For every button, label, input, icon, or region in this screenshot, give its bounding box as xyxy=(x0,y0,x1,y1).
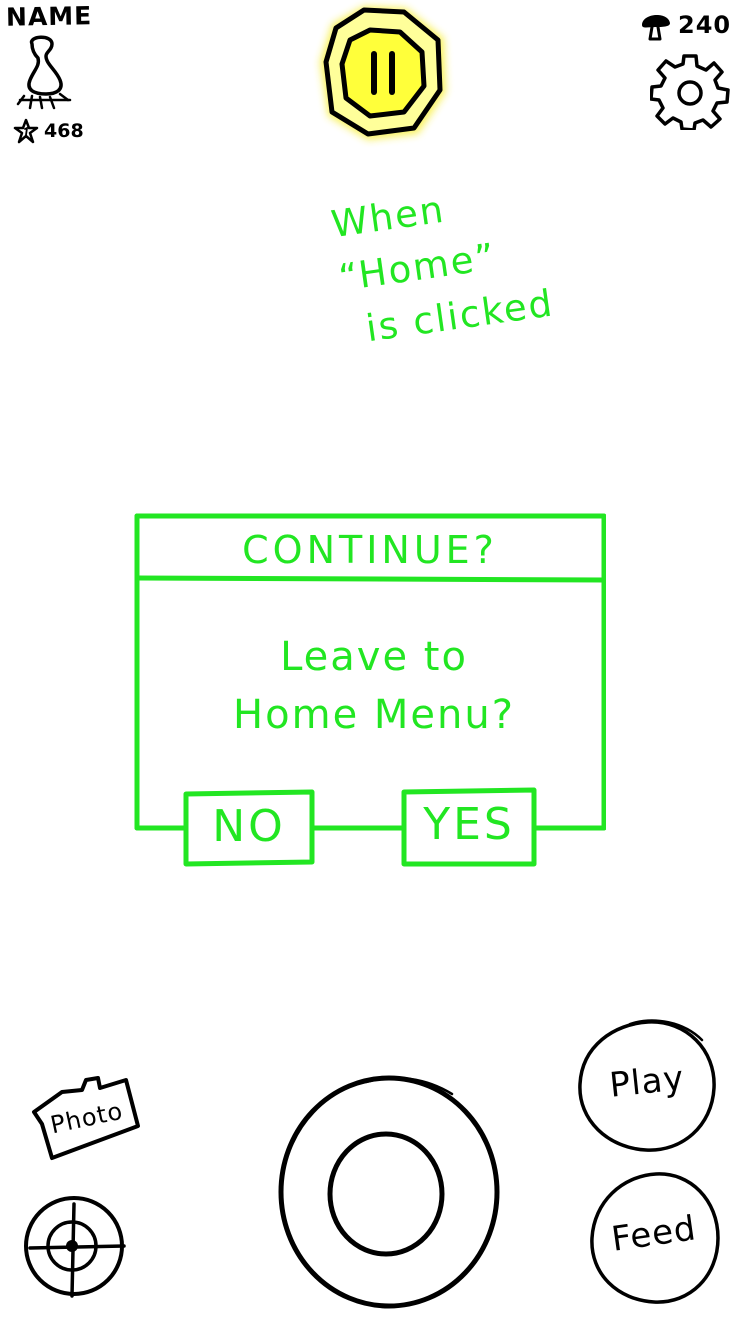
play-button[interactable]: Play xyxy=(574,1016,720,1156)
dialog-title: CONTINUE? xyxy=(242,528,498,572)
pause-button[interactable] xyxy=(306,0,460,150)
dialog-message: Leave to Home Menu? xyxy=(194,628,554,744)
no-button[interactable]: NO xyxy=(186,792,312,860)
star-icon xyxy=(13,118,39,144)
dialog-message-line-2: Home Menu? xyxy=(233,692,515,738)
feed-button[interactable]: Feed xyxy=(586,1168,722,1308)
star-counter: 468 xyxy=(12,114,84,148)
gear-icon[interactable] xyxy=(650,50,730,130)
dialog-message-line-1: Leave to xyxy=(280,634,468,680)
continue-dialog: CONTINUE? Leave to Home Menu? NO YES xyxy=(134,512,606,868)
crosshair-icon[interactable] xyxy=(20,1192,128,1300)
photo-button[interactable]: Photo xyxy=(22,1068,146,1164)
joystick-icon[interactable] xyxy=(276,1070,502,1310)
star-count: 468 xyxy=(44,120,84,142)
mushroom-counter: 240 xyxy=(638,6,731,44)
wireframe-annotation: When “Home” is clicked xyxy=(318,162,608,360)
mushroom-count: 240 xyxy=(678,11,732,39)
pet-avatar-icon[interactable] xyxy=(10,34,80,114)
player-name: NAME xyxy=(5,1,93,32)
yes-button[interactable]: YES xyxy=(404,790,534,858)
mushroom-icon xyxy=(642,14,670,41)
